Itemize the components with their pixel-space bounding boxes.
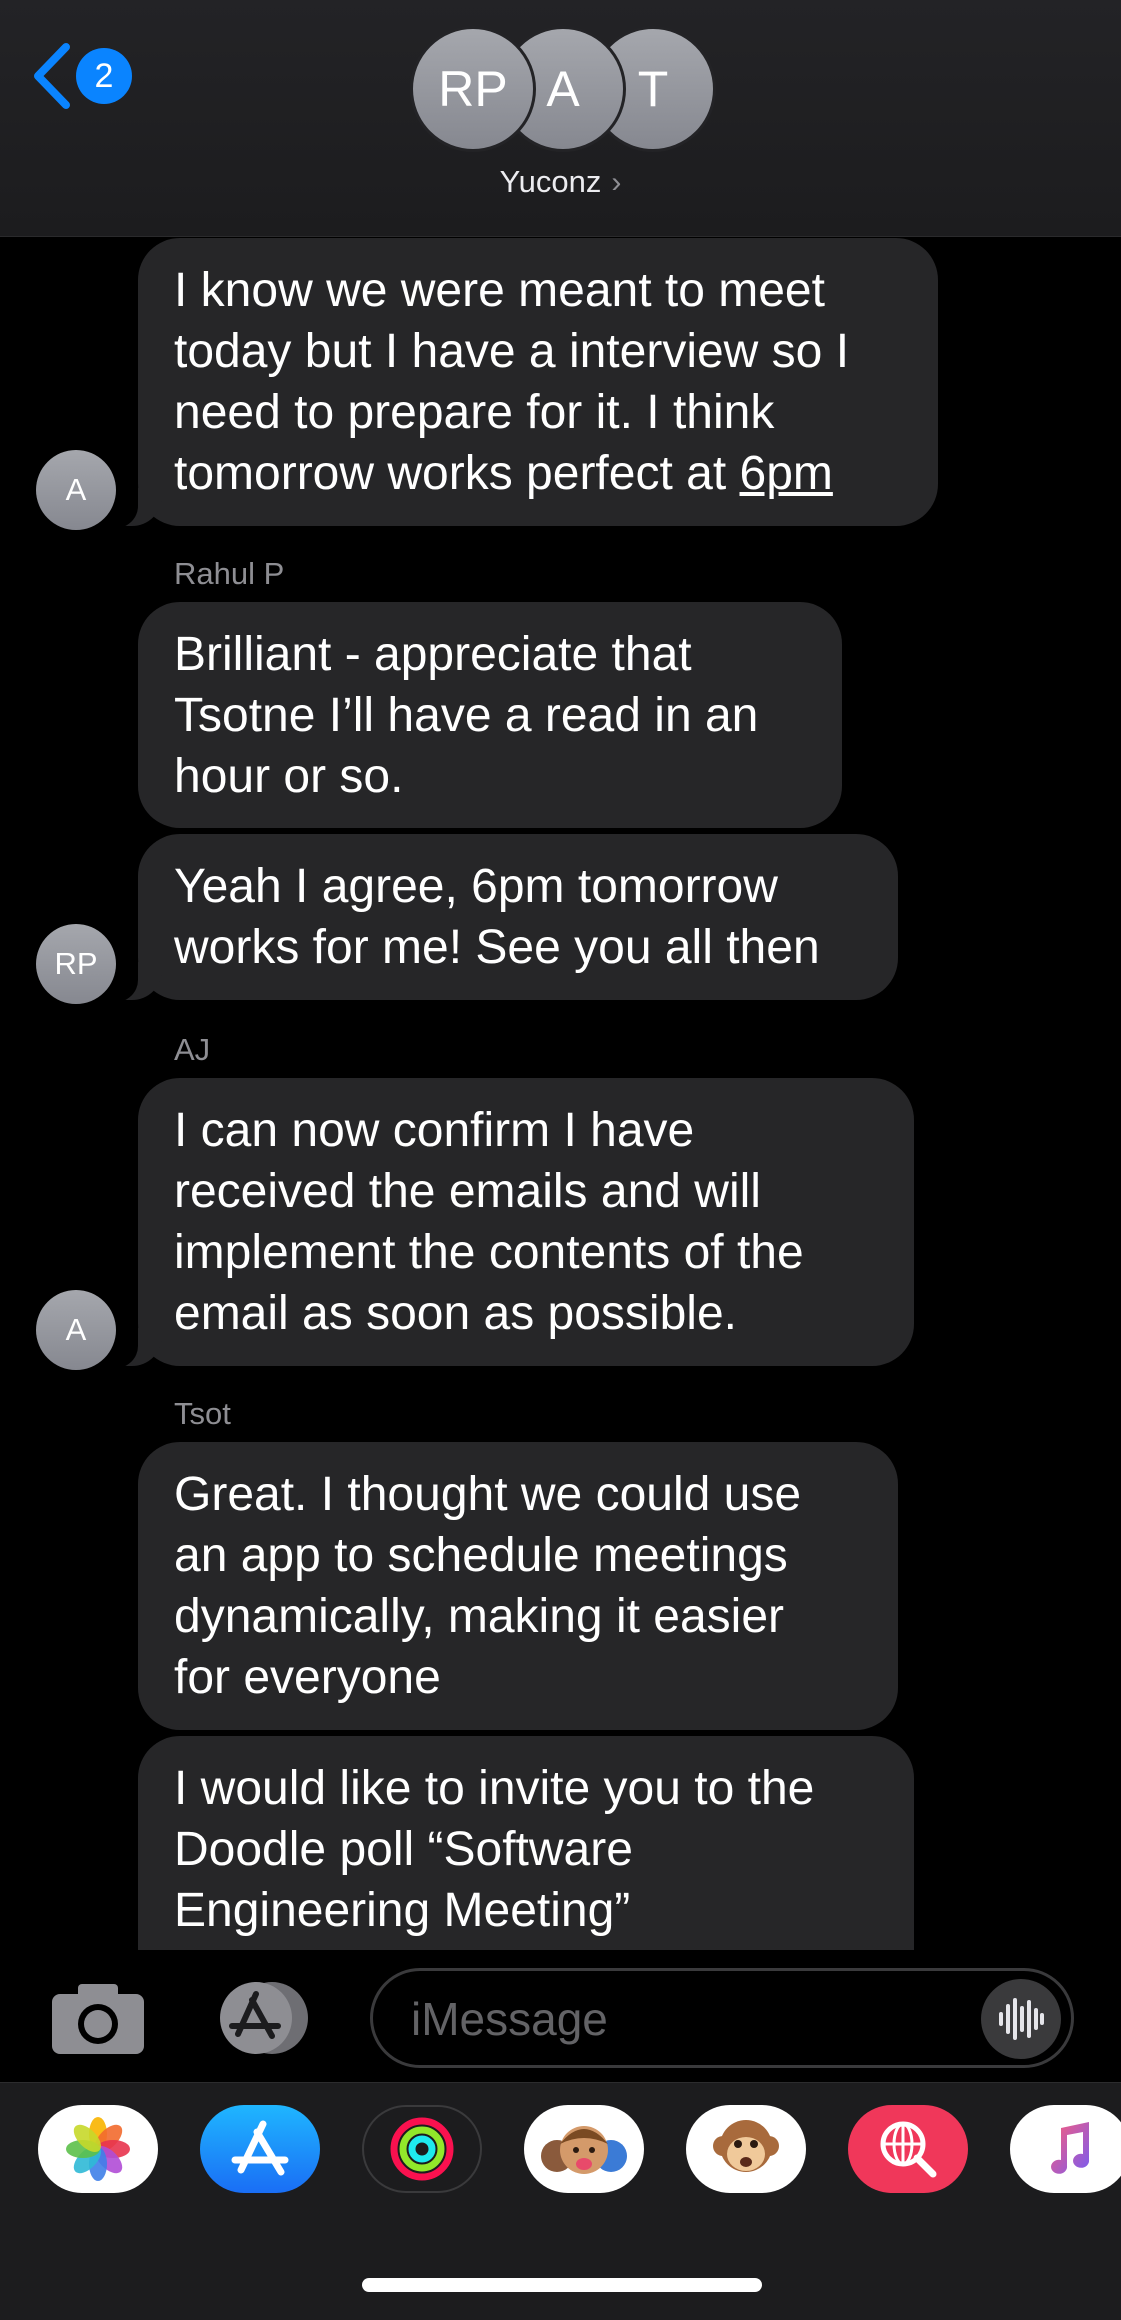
globe-search-icon [880,2121,937,2178]
message-line: Engineering Meeting” [174,1884,631,1937]
music-note-icon [1051,2122,1090,2174]
message-line: need to prepare for it. I think [174,386,775,439]
message-line: Great. I thought we could use [174,1468,802,1521]
avatar-rp: RP [410,26,536,152]
message-bubble[interactable]: Great. I thought we could use an app to … [138,1442,898,1730]
camera-icon [52,1984,144,2054]
photos-icon [66,2117,130,2181]
message-bubble[interactable]: Brilliant - appreciate that Tsotne I’ll … [138,602,842,828]
images-search-app-button[interactable] [848,2105,968,2193]
message-line: Brilliant - appreciate that [174,628,692,681]
apps-button[interactable] [210,1980,316,2056]
message-line: for everyone [174,1651,441,1704]
camera-button[interactable] [50,1980,146,2056]
sender-name: Tsot [174,1396,231,1431]
message-line: email as soon as possible. [174,1287,737,1340]
audio-message-button[interactable] [981,1979,1061,2059]
activity-app-button[interactable] [362,2105,482,2193]
app-store-icon [220,1982,308,2054]
message-line: Doodle poll “Software [174,1823,633,1876]
message-bubble[interactable]: Yeah I agree, 6pm tomorrow works for me!… [104,834,898,1002]
message-line: hour or so. [174,750,404,803]
message-bubble[interactable]: I would like to invite you to the Doodle… [138,1736,914,1950]
message-field[interactable] [370,1968,1074,2068]
group-avatars[interactable]: T A RP [410,26,720,152]
message-line: I know we were meant to meet [174,264,825,317]
message-line: tomorrow works perfect at 6pm [174,443,902,504]
chevron-left-icon [34,43,70,109]
conversation-header: 2 T A RP Yuconz › [0,0,1121,237]
message-line: an app to schedule meetings [174,1529,788,1582]
waveform-icon [999,1998,1044,2040]
sender-name: Rahul P [174,556,285,591]
memoji-icon [541,2126,627,2174]
animoji-app-button[interactable] [686,2105,806,2193]
memoji-app-button[interactable] [524,2105,644,2193]
message-line: works for me! See you all then [174,921,820,974]
message-input[interactable] [409,1971,973,2067]
message-line: dynamically, making it easier [174,1590,785,1643]
group-name-button[interactable]: Yuconz › [0,164,1121,200]
message-line: I would like to invite you to the [174,1762,815,1815]
sender-avatar[interactable]: RP [36,924,116,1004]
monkey-icon [713,2120,779,2172]
back-button[interactable]: 2 [30,36,140,116]
message-thread[interactable]: I know we were meant to meet today but I… [0,236,1121,1950]
message-line: Tsotne I’ll have a read in an [174,689,759,742]
message-text: tomorrow works perfect at [174,447,740,500]
sender-name: AJ [174,1032,211,1067]
message-bubble[interactable]: I can now confirm I have received the em… [104,1078,914,1368]
unread-badge: 2 [76,48,132,104]
message-line: Yeah I agree, 6pm tomorrow [174,860,778,913]
photos-app-button[interactable] [38,2105,158,2193]
message-line: I can now confirm I have [174,1104,695,1157]
sender-avatar[interactable]: A [36,1290,116,1370]
group-name: Yuconz [499,164,602,199]
music-app-button[interactable] [1010,2105,1121,2193]
app-store-app-button[interactable] [200,2105,320,2193]
chevron-right-icon: › [611,166,622,199]
message-bubble[interactable]: I know we were meant to meet today but I… [104,238,938,528]
home-indicator[interactable] [362,2278,762,2292]
message-line: today but I have a interview so I [174,325,850,378]
sender-avatar[interactable]: A [36,450,116,530]
compose-bar [0,1950,1121,2082]
time-link[interactable]: 6pm [740,447,833,500]
activity-rings-icon [390,2117,454,2181]
message-line: received the emails and will [174,1165,761,1218]
message-line: implement the contents of the [174,1226,804,1279]
app-store-icon [231,2120,289,2176]
